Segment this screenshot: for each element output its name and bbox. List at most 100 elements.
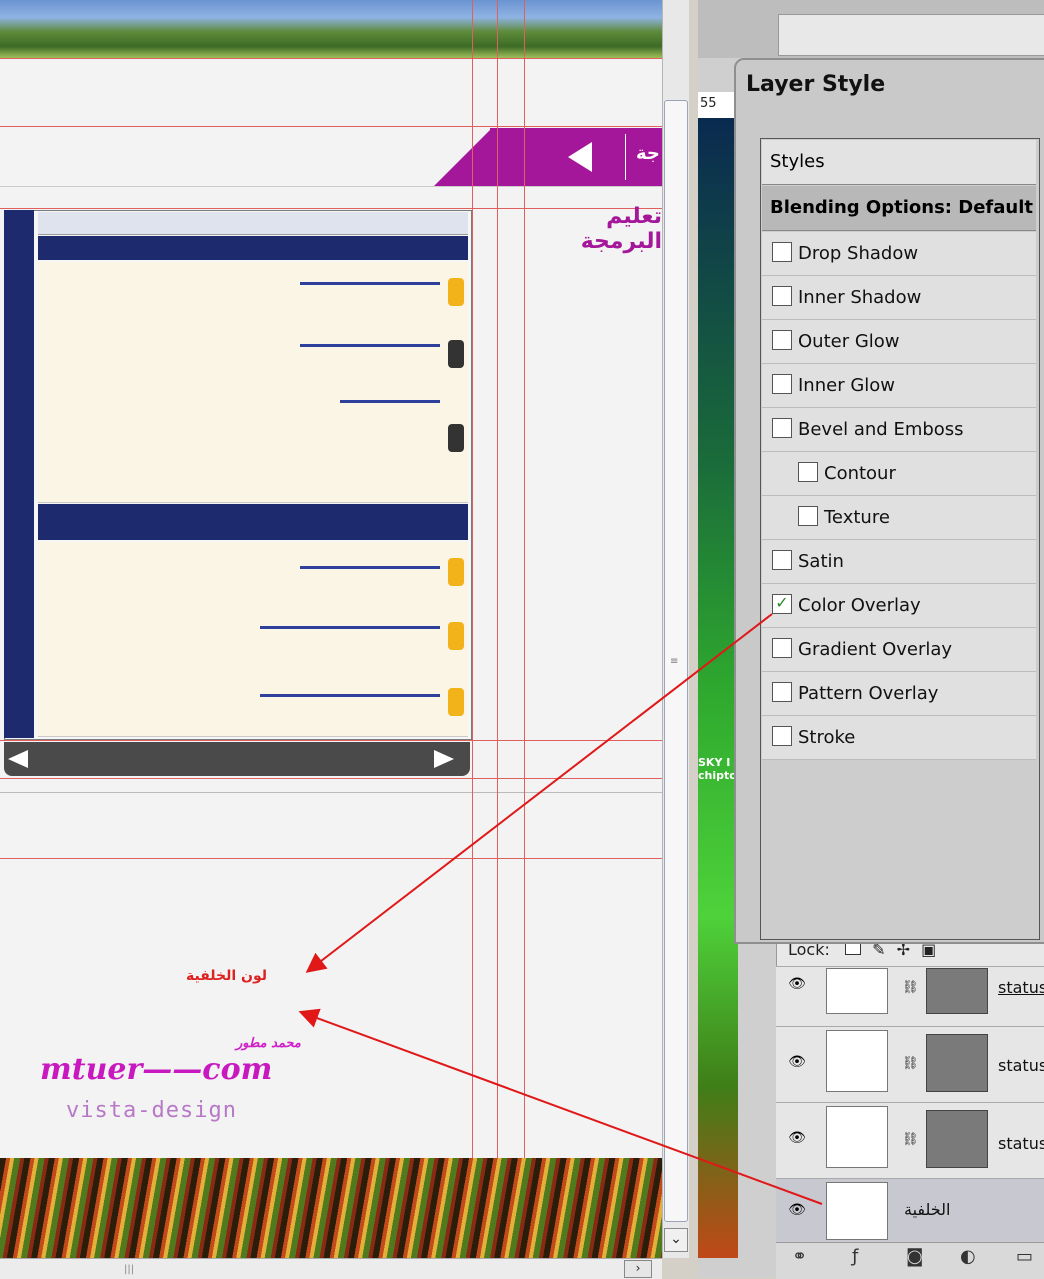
style-option-row[interactable]: Satin — [762, 540, 1036, 584]
guide-line — [0, 126, 662, 127]
style-option-row[interactable]: Texture — [762, 496, 1036, 540]
style-option-checkbox[interactable] — [772, 242, 792, 262]
styles-list-empty — [762, 762, 1036, 936]
guide-line — [497, 0, 498, 1258]
styles-label: Styles — [770, 151, 825, 172]
forum-folder-icon — [448, 622, 464, 650]
blending-label: Blending Options: Default — [770, 197, 1033, 218]
style-option-checkbox[interactable] — [772, 286, 792, 306]
layer-name[interactable]: status — [998, 978, 1044, 997]
style-option-checkbox[interactable] — [772, 682, 792, 702]
style-option-row[interactable]: Contour — [762, 452, 1036, 496]
forum-sidebar — [4, 210, 34, 738]
style-option-checkbox[interactable] — [798, 506, 818, 526]
forum-category-bar — [38, 236, 468, 260]
folder-icon[interactable]: ▭ — [1016, 1246, 1033, 1267]
artwork-text: SKY I chipto — [698, 756, 737, 782]
guide-line — [472, 0, 473, 1258]
layer-thumbnail — [826, 1182, 888, 1240]
forum-link-line — [340, 400, 440, 403]
nav-tab-slope — [434, 128, 492, 186]
style-option-label: Texture — [824, 507, 890, 528]
style-option-label: Drop Shadow — [798, 243, 919, 264]
artwork-image — [698, 118, 738, 1258]
scroll-grip-icon: ≡ — [670, 656, 679, 667]
layer-mask-thumbnail — [926, 1110, 988, 1168]
style-option-row[interactable]: ✓ Color Overlay — [762, 584, 1036, 628]
style-option-checkbox[interactable] — [772, 638, 792, 658]
link-icon[interactable]: ⛓ — [902, 1132, 919, 1147]
style-option-row[interactable]: Gradient Overlay — [762, 628, 1036, 672]
style-option-checkbox[interactable] — [772, 330, 792, 350]
eye-icon[interactable]: 👁 — [786, 1054, 808, 1070]
forum-link-line — [300, 344, 440, 347]
style-option-label: Contour — [824, 463, 896, 484]
mask-icon[interactable]: ◙ — [906, 1246, 923, 1267]
style-option-label: Satin — [798, 551, 844, 572]
style-option-row[interactable]: Drop Shadow — [762, 232, 1036, 276]
eye-icon[interactable]: 👁 — [786, 1130, 808, 1146]
eye-icon[interactable]: 👁 — [786, 1202, 808, 1218]
scroll-right-button[interactable]: › — [624, 1260, 652, 1278]
layer-thumbnail — [826, 1106, 888, 1168]
link-icon[interactable]: ⛓ — [902, 980, 919, 995]
style-option-row[interactable]: Bevel and Emboss — [762, 408, 1036, 452]
layer-mask-thumbnail — [926, 1034, 988, 1092]
document-canvas: جة تعليم البرمجة لون الخلفية محمد مطور m… — [0, 0, 662, 1258]
forum-link-line — [260, 626, 440, 629]
style-option-label: Color Overlay — [798, 595, 921, 616]
strip-right-arrow-icon[interactable] — [434, 750, 454, 768]
styles-item[interactable]: Styles — [762, 140, 1036, 185]
style-option-label: Bevel and Emboss — [798, 419, 964, 440]
blending-options-item[interactable]: Blending Options: Default — [762, 186, 1036, 231]
forum-link-line — [260, 694, 440, 697]
logo-arabic-text: محمد مطور — [236, 1036, 301, 1051]
layer-name[interactable]: status — [998, 1134, 1044, 1153]
nav-prev-icon[interactable] — [568, 142, 592, 172]
style-option-row[interactable]: Pattern Overlay — [762, 672, 1036, 716]
style-option-checkbox[interactable] — [772, 374, 792, 394]
fx-icon[interactable]: ƒ — [852, 1246, 858, 1267]
header-grass-image — [0, 0, 662, 58]
style-option-row[interactable]: Stroke — [762, 716, 1036, 760]
style-option-checkbox[interactable]: ✓ — [772, 594, 792, 614]
guide-line — [0, 740, 662, 741]
forum-row — [38, 324, 468, 385]
horizontal-scrollbar[interactable] — [0, 1258, 662, 1279]
dialog-title: Layer Style — [746, 72, 886, 97]
style-option-checkbox[interactable] — [772, 550, 792, 570]
style-option-row[interactable]: Inner Shadow — [762, 276, 1036, 320]
style-option-label: Stroke — [798, 727, 856, 748]
scroll-down-button[interactable]: ⌄ — [664, 1228, 688, 1252]
style-option-checkbox[interactable] — [772, 726, 792, 746]
logo-sub-text: vista-design — [66, 1098, 237, 1123]
style-option-label: Outer Glow — [798, 331, 900, 352]
layer-name[interactable]: status — [998, 1056, 1044, 1075]
layer-thumbnail — [826, 1030, 888, 1092]
style-option-checkbox[interactable] — [798, 462, 818, 482]
style-option-label: Pattern Overlay — [798, 683, 939, 704]
style-option-row[interactable]: Outer Glow — [762, 320, 1036, 364]
guide-line — [0, 858, 662, 859]
layer-name[interactable]: الخلفية — [904, 1200, 950, 1219]
forum-category-bar — [38, 504, 468, 540]
style-option-row[interactable]: Inner Glow — [762, 364, 1036, 408]
link-layers-icon[interactable]: ⚭ — [792, 1246, 807, 1267]
strip-left-arrow-icon[interactable] — [8, 750, 28, 768]
forum-link-line — [300, 282, 440, 285]
style-option-checkbox[interactable] — [772, 418, 792, 438]
adjustment-icon[interactable]: ◐ — [960, 1246, 976, 1267]
page-title: تعليم البرمجة — [580, 204, 662, 254]
forum-row — [38, 604, 468, 675]
forum-row — [38, 542, 468, 605]
forum-row — [38, 262, 468, 325]
nav-text[interactable]: جة — [636, 143, 660, 164]
divider — [0, 792, 662, 793]
eye-icon[interactable]: 👁 — [786, 976, 808, 992]
ruler-text: 55 — [700, 96, 717, 111]
panel-header — [778, 14, 1044, 56]
link-icon[interactable]: ⛓ — [902, 1056, 919, 1071]
forum-folder-icon — [448, 688, 464, 716]
forum-folder-icon — [448, 340, 464, 368]
nav-separator — [625, 134, 626, 180]
